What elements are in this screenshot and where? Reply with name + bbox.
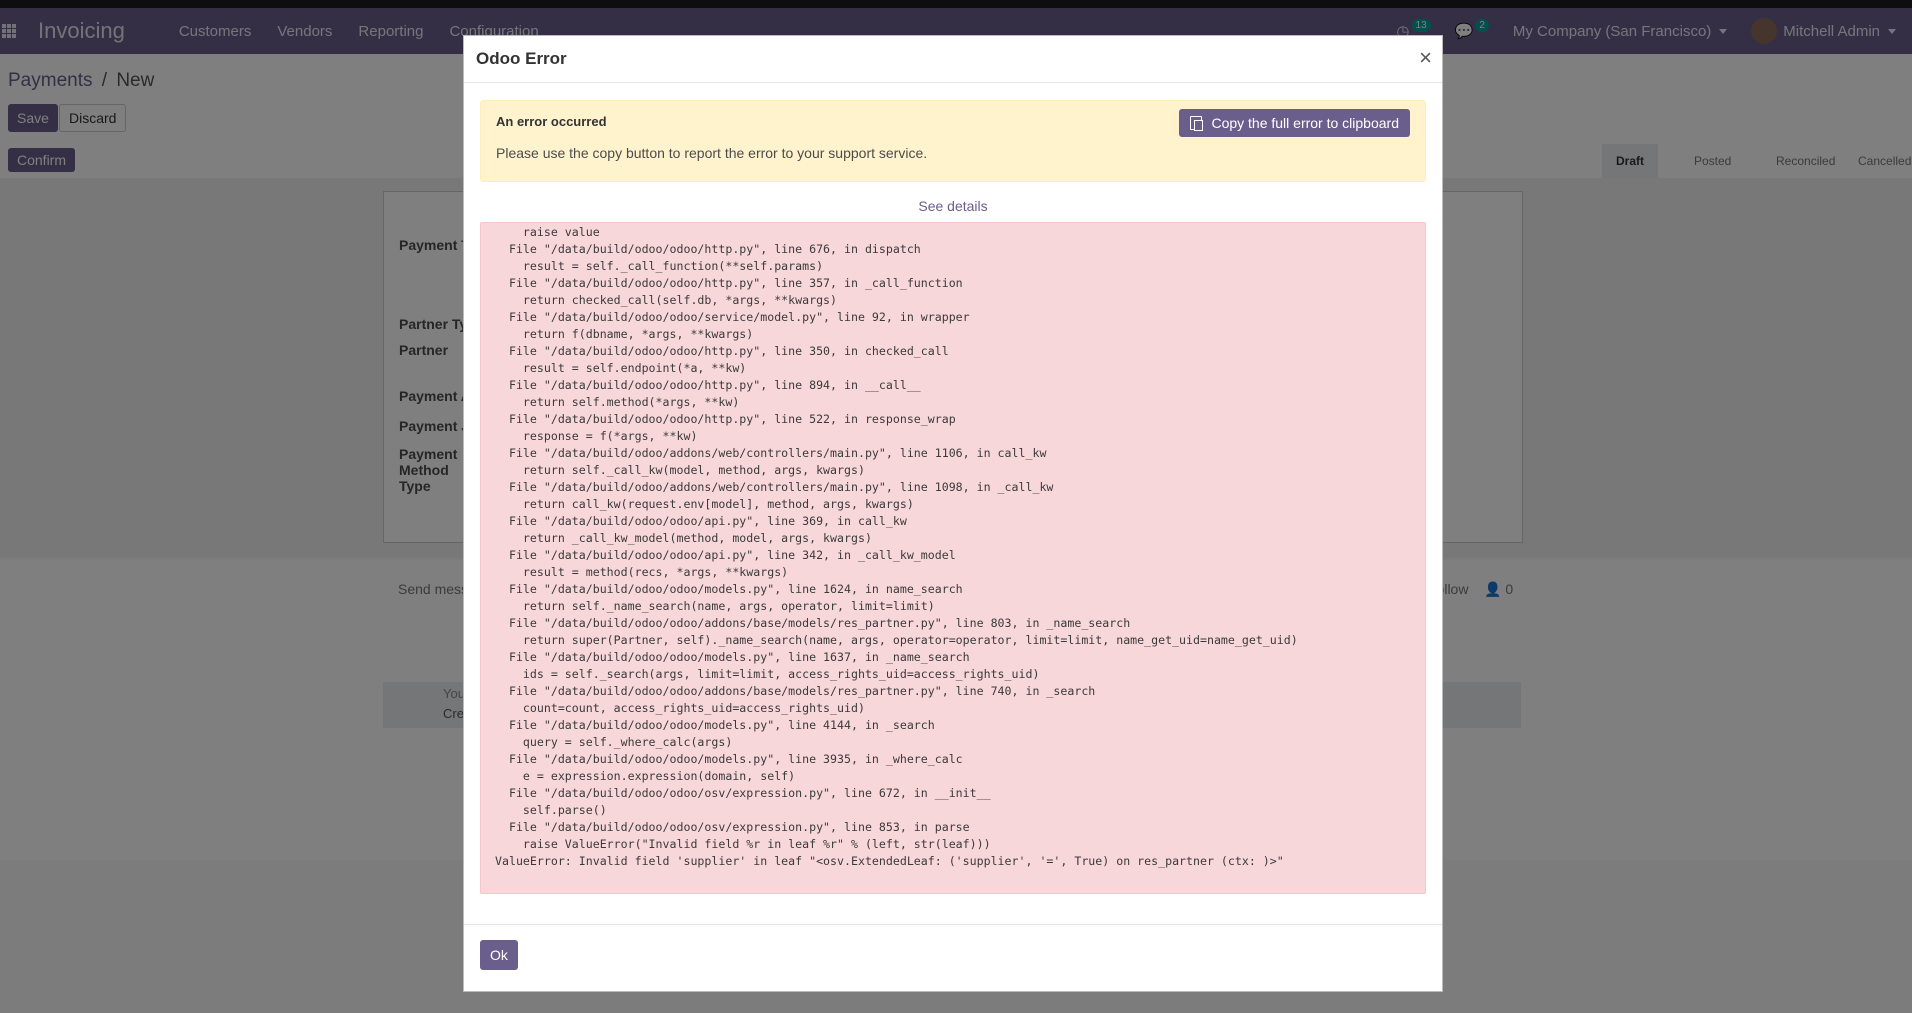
traceback-line: query = self._where_calc(args)	[495, 735, 733, 749]
traceback-line: return checked_call(self.db, *args, **kw…	[495, 293, 838, 307]
traceback-line: ids = self._search(args, limit=limit, ac…	[495, 667, 1040, 681]
traceback-line: File "/data/build/odoo/addons/web/contro…	[495, 480, 1054, 494]
traceback-line: result = self.endpoint(*a, **kw)	[495, 361, 747, 375]
traceback-line: response = f(*args, **kw)	[495, 429, 698, 443]
traceback-error-line: ValueError: Invalid field 'supplier' in …	[495, 854, 1284, 868]
traceback-line: return _call_kw_model(method, model, arg…	[495, 531, 872, 545]
ok-button[interactable]: Ok	[480, 940, 518, 970]
traceback-line: return super(Partner, self)._name_search…	[495, 633, 1298, 647]
traceback-line: File "/data/build/odoo/odoo/http.py", li…	[495, 276, 963, 290]
traceback-line: return self.method(*args, **kw)	[495, 395, 740, 409]
traceback-panel[interactable]: raise value File "/data/build/odoo/odoo/…	[480, 222, 1426, 894]
traceback-line: File "/data/build/odoo/odoo/service/mode…	[495, 310, 970, 324]
traceback-line: raise ValueError("Invalid field %r in le…	[495, 837, 991, 851]
dialog-footer: Ok	[464, 924, 1442, 992]
traceback-line: File "/data/build/odoo/odoo/http.py", li…	[495, 412, 956, 426]
close-icon[interactable]: ×	[1419, 45, 1432, 71]
traceback-line: File "/data/build/odoo/odoo/models.py", …	[495, 582, 963, 596]
copy-error-button[interactable]: Copy the full error to clipboard	[1179, 109, 1410, 137]
alert-title: An error occurred	[496, 114, 607, 129]
copy-error-label: Copy the full error to clipboard	[1211, 115, 1399, 131]
traceback-line: File "/data/build/odoo/odoo/osv/expressi…	[495, 820, 970, 834]
traceback-line: return call_kw(request.env[model], metho…	[495, 497, 914, 511]
traceback-line: File "/data/build/odoo/addons/web/contro…	[495, 446, 1047, 460]
traceback-line: File "/data/build/odoo/odoo/models.py", …	[495, 650, 970, 664]
traceback-line: self.parse()	[495, 803, 607, 817]
traceback-text: raise value File "/data/build/odoo/odoo/…	[481, 223, 1425, 870]
error-alert: An error occurred Please use the copy bu…	[480, 100, 1426, 182]
traceback-line: raise value	[495, 225, 600, 239]
traceback-line: File "/data/build/odoo/odoo/api.py", lin…	[495, 548, 956, 562]
traceback-line: count=count, access_rights_uid=access_ri…	[495, 701, 865, 715]
traceback-line: File "/data/build/odoo/odoo/models.py", …	[495, 752, 963, 766]
dialog-header: Odoo Error ×	[464, 36, 1442, 83]
traceback-line: e = expression.expression(domain, self)	[495, 769, 796, 783]
error-dialog: Odoo Error × An error occurred Please us…	[463, 35, 1443, 992]
traceback-line: File "/data/build/odoo/odoo/models.py", …	[495, 718, 935, 732]
traceback-line: return self._name_search(name, args, ope…	[495, 599, 935, 613]
dialog-title: Odoo Error	[476, 49, 567, 68]
traceback-line: File "/data/build/odoo/odoo/osv/expressi…	[495, 786, 991, 800]
traceback-line: File "/data/build/odoo/odoo/addons/base/…	[495, 616, 1131, 630]
traceback-line: result = method(recs, *args, **kwargs)	[495, 565, 789, 579]
clipboard-icon	[1190, 116, 1204, 131]
alert-text: Please use the copy button to report the…	[496, 145, 928, 161]
traceback-line: File "/data/build/odoo/odoo/http.py", li…	[495, 378, 921, 392]
traceback-line: return f(dbname, *args, **kwargs)	[495, 327, 754, 341]
see-details-link[interactable]: See details	[464, 198, 1442, 214]
traceback-line: return self._call_kw(model, method, args…	[495, 463, 865, 477]
traceback-line: File "/data/build/odoo/odoo/http.py", li…	[495, 242, 921, 256]
traceback-line: File "/data/build/odoo/odoo/http.py", li…	[495, 344, 949, 358]
traceback-line: result = self._call_function(**self.para…	[495, 259, 824, 273]
traceback-line: File "/data/build/odoo/odoo/api.py", lin…	[495, 514, 907, 528]
traceback-line: File "/data/build/odoo/odoo/addons/base/…	[495, 684, 1096, 698]
